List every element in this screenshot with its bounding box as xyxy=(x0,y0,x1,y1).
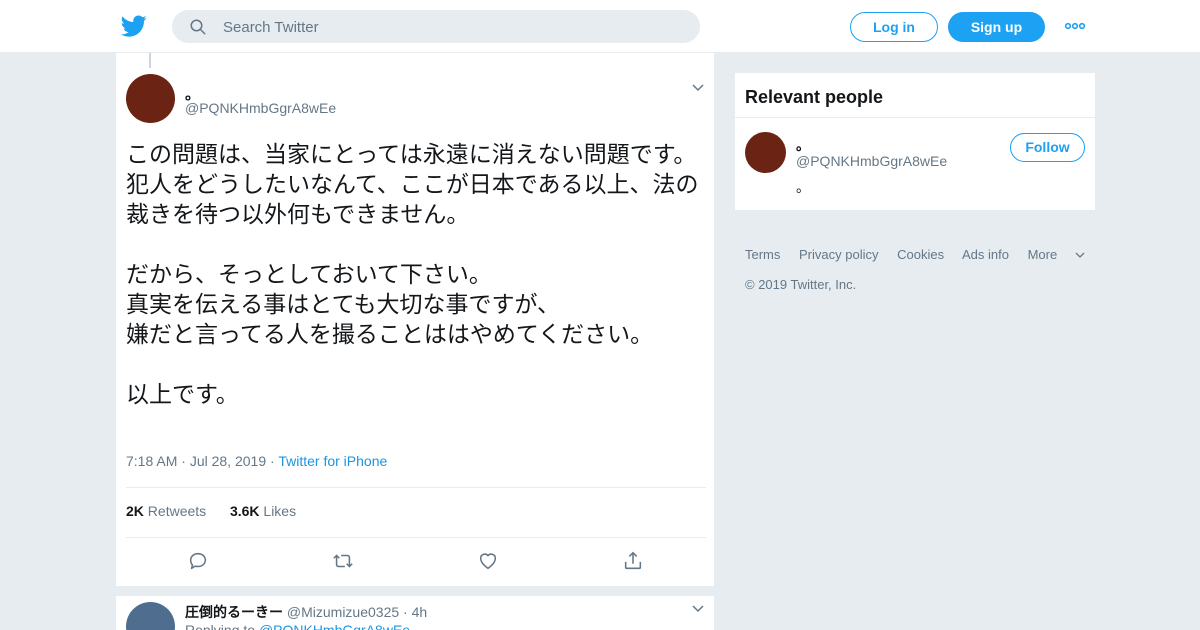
copyright: © 2019 Twitter, Inc. xyxy=(745,277,857,292)
signup-button[interactable]: Sign up xyxy=(948,12,1045,42)
chevron-down-icon[interactable] xyxy=(692,83,704,93)
footer-link-cookies[interactable]: Cookies xyxy=(897,247,944,262)
tweet-source-link[interactable]: Twitter for iPhone xyxy=(278,453,387,469)
login-button[interactable]: Log in xyxy=(850,12,938,42)
footer-more-button[interactable]: More xyxy=(1028,247,1086,262)
tweet-date[interactable]: Jul 28, 2019 xyxy=(190,453,266,469)
tweet-meta: 7:18 AM · Jul 28, 2019 · Twitter for iPh… xyxy=(126,453,387,469)
avatar[interactable] xyxy=(126,602,175,630)
reply-tweet[interactable]: 圧倒的るーきー @Mizumizue0325 · 4h Replying to … xyxy=(116,596,714,630)
chevron-down-icon xyxy=(1075,252,1085,258)
footer-link-privacy[interactable]: Privacy policy xyxy=(799,247,878,262)
reply-author-name[interactable]: 圧倒的るーきー xyxy=(185,604,283,620)
tweet-actions xyxy=(116,550,714,574)
retweets-stat[interactable]: 2K Retweets xyxy=(126,503,206,519)
footer-link-terms[interactable]: Terms xyxy=(745,247,780,262)
reply-author-handle[interactable]: @Mizumizue0325 xyxy=(287,604,399,620)
relevant-people-card: Relevant people 。 @PQNKHmbGgrA8wEe 。 Fol… xyxy=(735,73,1095,210)
footer-links: Terms Privacy policy Cookies Ads info Mo… xyxy=(745,247,1100,262)
top-nav: Search Twitter Log in Sign up xyxy=(0,0,1200,53)
divider xyxy=(126,487,706,488)
search-placeholder: Search Twitter xyxy=(223,19,319,36)
reply-age[interactable]: 4h xyxy=(412,604,428,620)
likes-stat[interactable]: 3.6K Likes xyxy=(230,503,296,519)
follow-button[interactable]: Follow xyxy=(1010,133,1085,162)
replying-to: Replying to @PQNKHmbGgrA8wEe xyxy=(185,622,410,630)
retweet-icon[interactable] xyxy=(332,550,354,572)
share-icon[interactable] xyxy=(622,550,644,572)
thread-line xyxy=(149,53,151,68)
meta-separator: · xyxy=(181,453,190,469)
tweet-time[interactable]: 7:18 AM xyxy=(126,453,177,469)
replying-to-label: Replying to xyxy=(185,622,256,630)
more-dots-icon[interactable] xyxy=(1065,20,1085,32)
footer-link-ads[interactable]: Ads info xyxy=(962,247,1009,262)
meta-separator: · xyxy=(403,604,412,620)
twitter-bird-icon[interactable] xyxy=(121,13,147,39)
avatar[interactable] xyxy=(745,132,786,173)
tweet-column: 。 @PQNKHmbGgrA8wEe この問題は、当家にとっては永遠に消えない問… xyxy=(115,53,715,630)
tweet-stats: 2K Retweets 3.6K Likes xyxy=(126,503,296,519)
tweet-author-handle[interactable]: @PQNKHmbGgrA8wEe xyxy=(185,100,336,116)
person-handle[interactable]: @PQNKHmbGgrA8wEe xyxy=(796,153,947,169)
replying-to-link[interactable]: @PQNKHmbGgrA8wEe xyxy=(259,622,410,630)
heart-icon[interactable] xyxy=(477,550,499,572)
person-name[interactable]: 。 xyxy=(796,135,810,155)
divider xyxy=(126,537,706,538)
section-gap xyxy=(116,586,714,596)
reply-author[interactable]: 圧倒的るーきー @Mizumizue0325 · 4h xyxy=(185,602,427,622)
tweet-text: この問題は、当家にとっては永遠に消えない問題です。 犯人をどうしたいなんて、ここ… xyxy=(126,141,699,407)
chevron-down-icon[interactable] xyxy=(692,604,704,614)
search-input[interactable]: Search Twitter xyxy=(172,10,700,43)
search-icon xyxy=(190,19,206,35)
reply-icon[interactable] xyxy=(187,550,209,572)
avatar[interactable] xyxy=(126,74,175,123)
footer-more-label: More xyxy=(1027,247,1058,262)
card-title: Relevant people xyxy=(745,87,884,107)
divider xyxy=(735,117,1095,118)
person-bio: 。 xyxy=(796,179,810,195)
